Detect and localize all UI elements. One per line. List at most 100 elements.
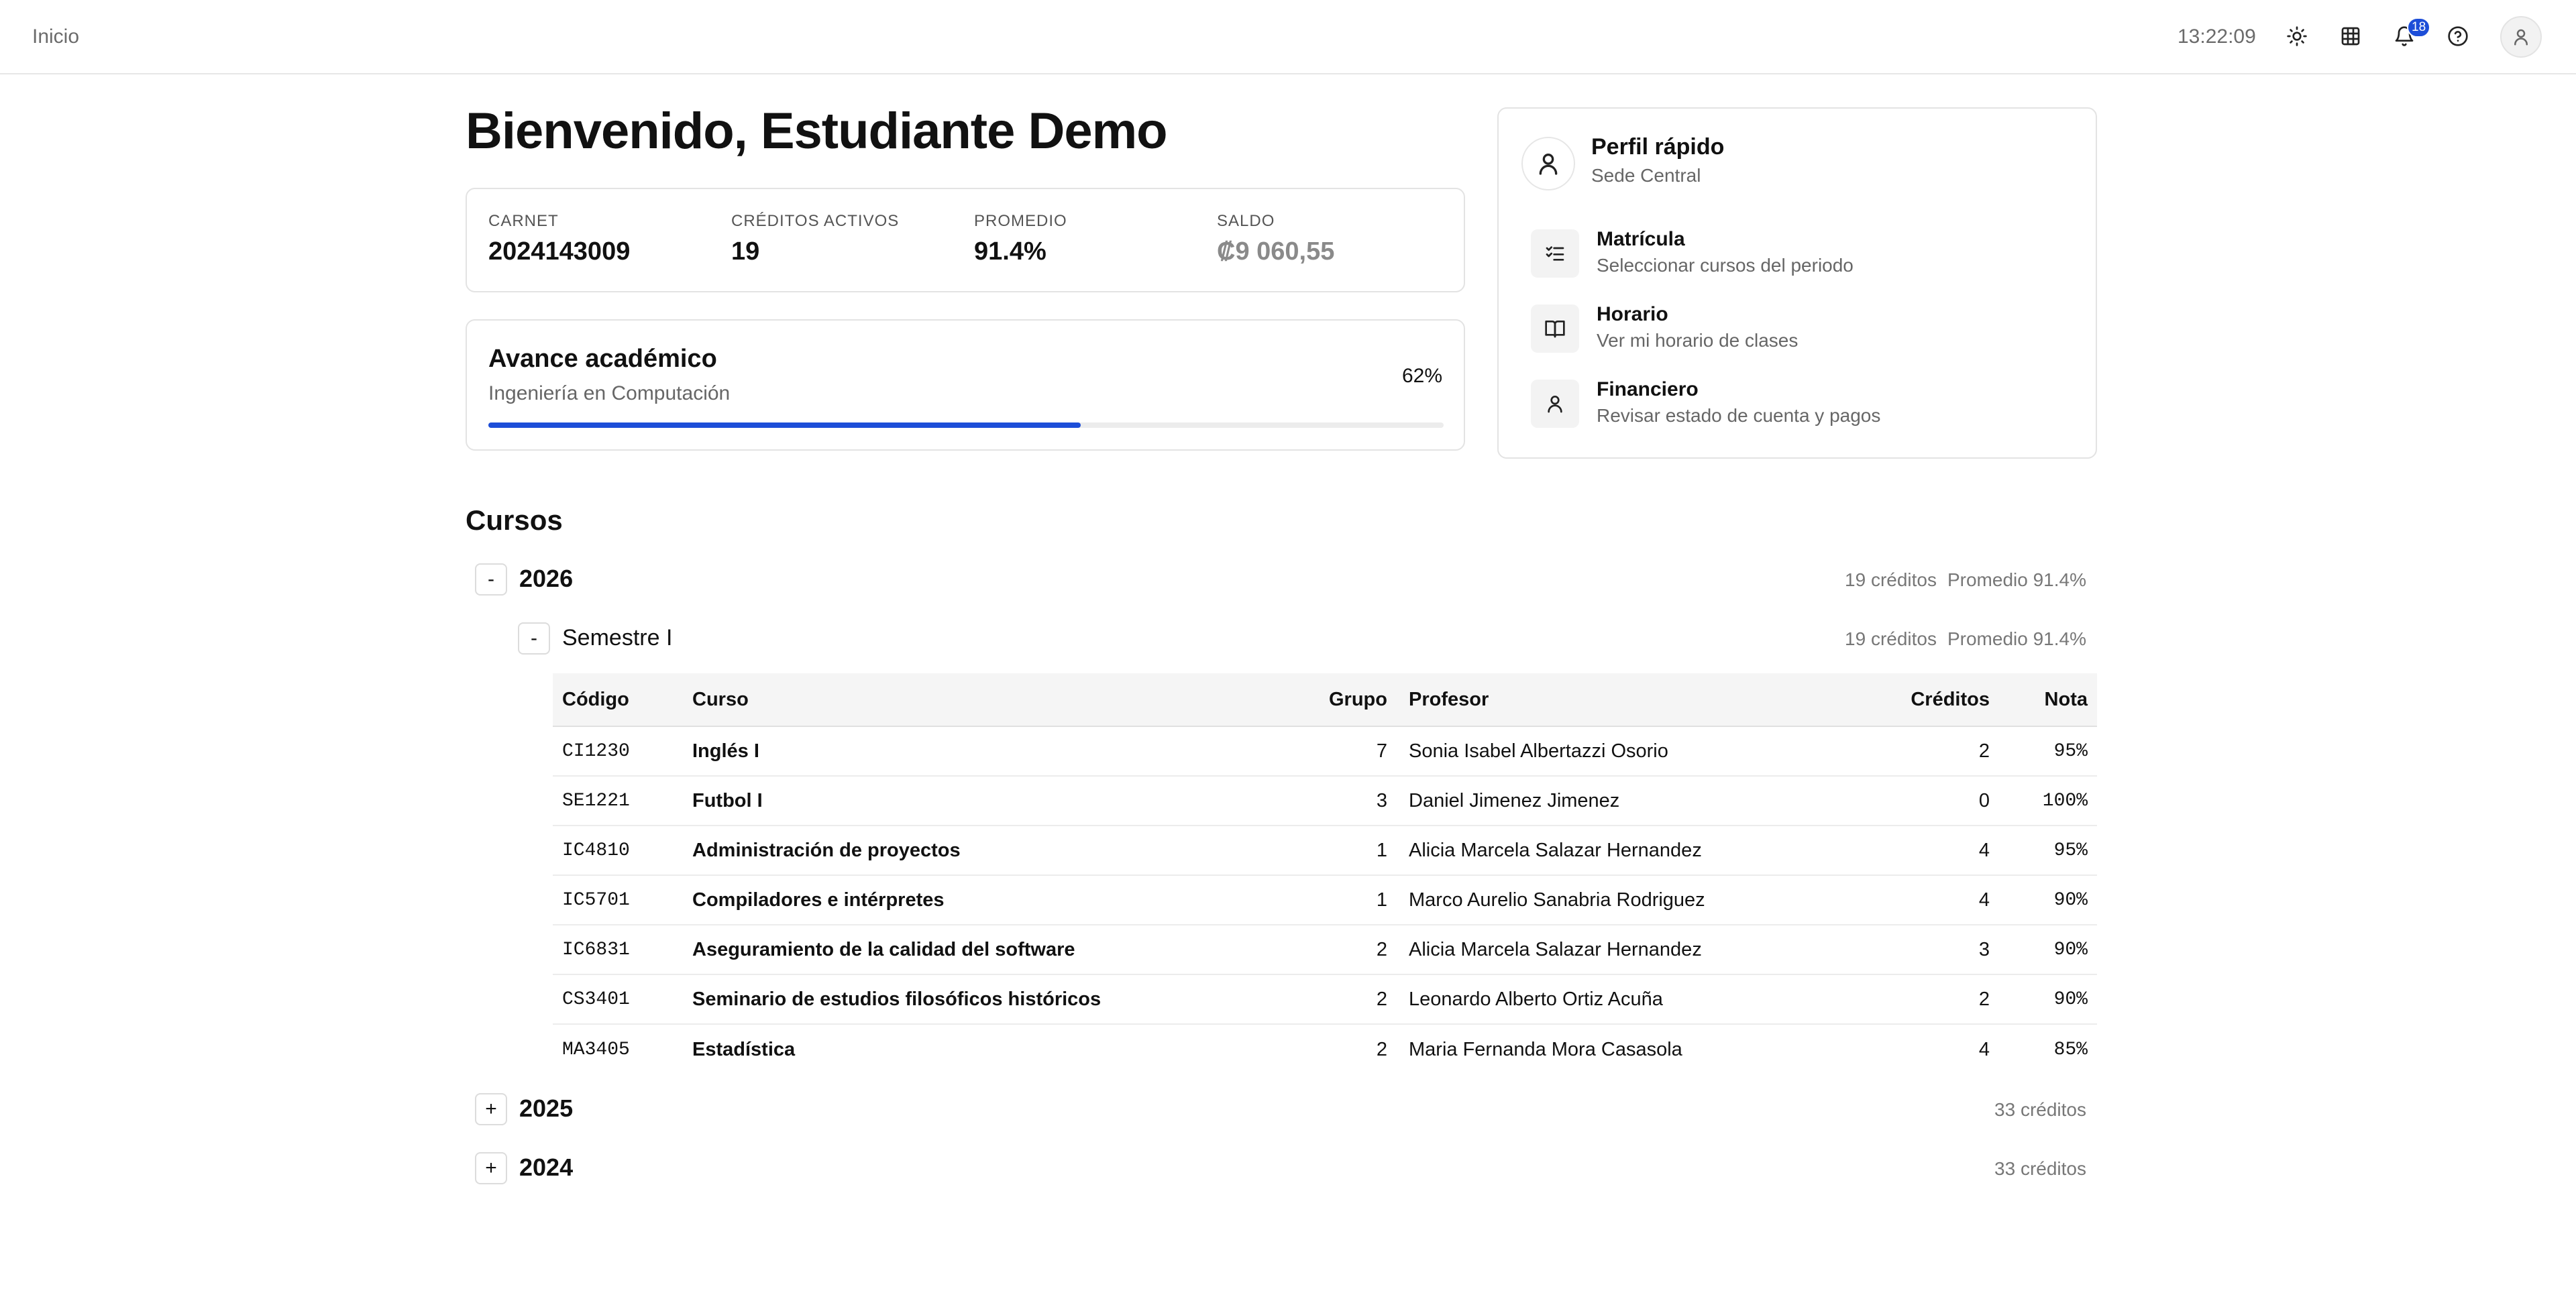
course-group: 3 — [1376, 789, 1387, 811]
table-row[interactable]: IC5701 Compiladores e intérpretes 1 Marco A… — [553, 876, 2097, 925]
semester-average: Promedio 91.4% — [1947, 628, 2086, 649]
progress-subtitle: Ingeniería en Computación — [488, 382, 731, 404]
table-row[interactable]: MA3405 Estadística 2 Maria Fernanda Mora Ca… — [553, 1025, 2097, 1074]
year-2026-label[interactable]: 2026 — [519, 565, 573, 593]
course-grade: 90% — [2053, 989, 2088, 1010]
course-grade: 95% — [2053, 740, 2088, 762]
breadcrumb[interactable]: Inicio — [32, 25, 79, 48]
course-group: 2 — [1376, 988, 1387, 1010]
year-2024-toggle[interactable]: + — [475, 1152, 507, 1184]
year-2026-toggle[interactable]: - — [475, 563, 507, 596]
course-name: Futbol I — [692, 789, 763, 811]
course-credits: 0 — [1978, 789, 1990, 811]
course-grade: 90% — [2053, 939, 2088, 960]
clock: 13:22:09 — [2178, 25, 2256, 48]
year-2024-label[interactable]: 2024 — [519, 1153, 573, 1182]
course-grade: 95% — [2053, 840, 2088, 861]
course-name: Aseguramiento de la calidad del software — [692, 938, 1075, 960]
year-credits: 33 créditos — [1994, 1158, 2086, 1179]
notifications-button[interactable]: 18 — [2387, 17, 2431, 54]
user-icon — [1531, 380, 1579, 428]
stat-balance: SALDO ₡9 060,55 — [1217, 212, 1334, 266]
help-button[interactable] — [2440, 19, 2475, 54]
quick-link-subtitle: Ver mi horario de clases — [1597, 330, 1799, 351]
course-code: IC5701 — [562, 889, 630, 911]
column-header-code[interactable]: Código — [562, 673, 629, 726]
progress-title: Avance académico — [488, 345, 717, 373]
course-name: Administración de proyectos — [692, 839, 961, 861]
column-header-grade[interactable]: Nota — [2045, 673, 2088, 726]
course-professor: Daniel Jimenez Jimenez — [1409, 789, 1620, 811]
stat-label: CARNET — [488, 212, 559, 230]
course-professor: Maria Fernanda Mora Casasola — [1409, 1038, 1682, 1060]
notification-badge: 18 — [2407, 17, 2431, 38]
quick-link-financial[interactable]: Financiero Revisar estado de cuenta y pa… — [1531, 373, 2068, 433]
stat-label: CRÉDITOS ACTIVOS — [731, 212, 900, 230]
sun-icon — [2287, 26, 2307, 46]
academic-progress-card: Avance académico Ingeniería en Computaci… — [466, 319, 1465, 451]
avatar — [1521, 137, 1575, 190]
stat-average: PROMEDIO 91.4% — [974, 212, 1067, 266]
course-code: CS3401 — [562, 989, 630, 1010]
quick-link-title: Horario — [1597, 303, 1668, 325]
year-2024-summary: 33 créditos — [1994, 1158, 2086, 1180]
quick-link-schedule[interactable]: Horario Ver mi horario de clases — [1531, 298, 2068, 358]
column-header-credits[interactable]: Créditos — [1911, 673, 1990, 726]
course-credits: 4 — [1978, 839, 1990, 861]
table-row[interactable]: IC6831 Aseguramiento de la calidad del so… — [553, 925, 2097, 975]
course-group: 2 — [1376, 1038, 1387, 1060]
table-row[interactable]: CS3401 Seminario de estudios filosóficos … — [553, 975, 2097, 1025]
page-title: Bienvenido, Estudiante Demo — [466, 103, 1168, 160]
table-row[interactable]: CI1230 Inglés I 7 Sonia Isabel Albertazzi O… — [553, 727, 2097, 777]
profile-subtitle: Sede Central — [1591, 165, 1701, 186]
book-icon — [1531, 304, 1579, 353]
course-group: 7 — [1376, 740, 1387, 762]
stats-card: CARNET 2024143009 CRÉDITOS ACTIVOS 19 PR… — [466, 188, 1465, 292]
semester-label[interactable]: Semestre I — [562, 625, 672, 651]
user-icon — [2514, 29, 2528, 46]
semester-toggle[interactable]: - — [518, 622, 550, 655]
year-2026-summary: 19 créditos Promedio 91.4% — [1845, 569, 2086, 591]
semester-credits: 19 créditos — [1845, 628, 1937, 649]
quick-link-title: Financiero — [1597, 378, 1699, 400]
course-credits: 2 — [1978, 988, 1990, 1010]
table-header: Código Curso Grupo Profesor Créditos Not… — [553, 673, 2097, 727]
course-group: 1 — [1376, 889, 1387, 911]
course-credits: 4 — [1978, 1038, 1990, 1060]
stat-label: PROMEDIO — [974, 212, 1067, 230]
quick-link-title: Matrícula — [1597, 228, 1685, 250]
course-professor: Marco Aurelio Sanabria Rodriguez — [1409, 889, 1705, 911]
course-name: Seminario de estudios filosóficos histór… — [692, 988, 1102, 1010]
year-2025-label[interactable]: 2025 — [519, 1094, 573, 1123]
table-row[interactable]: SE1221 Futbol I 3 Daniel Jimenez Jimenez 0 10… — [553, 777, 2097, 826]
courses-heading: Cursos — [466, 504, 563, 536]
progress-fill — [488, 422, 1081, 428]
year-average: Promedio 91.4% — [1947, 569, 2086, 590]
course-credits: 4 — [1978, 889, 1990, 911]
column-header-professor[interactable]: Profesor — [1409, 673, 1489, 726]
stat-value: ₡9 060,55 — [1217, 237, 1335, 266]
year-2025-toggle[interactable]: + — [475, 1093, 507, 1125]
courses-table: Código Curso Grupo Profesor Créditos Not… — [553, 673, 2097, 1074]
year-credits: 19 créditos — [1845, 569, 1937, 590]
theme-toggle-button[interactable] — [2279, 19, 2314, 54]
table-body: CI1230 Inglés I 7 Sonia Isabel Albertazzi O… — [553, 727, 2097, 1074]
user-menu-button[interactable] — [2500, 16, 2542, 58]
table-row[interactable]: IC4810 Administración de proyectos 1 Alicia… — [553, 826, 2097, 876]
column-header-course[interactable]: Curso — [692, 673, 749, 726]
user-icon — [1539, 154, 1558, 175]
progress-track — [488, 422, 1444, 428]
course-name: Inglés I — [692, 740, 759, 762]
course-grade: 90% — [2053, 889, 2088, 911]
stat-value: 2024143009 — [488, 237, 631, 266]
stat-value: 19 — [731, 237, 760, 266]
course-group: 1 — [1376, 839, 1387, 861]
checklist-icon — [1531, 229, 1579, 278]
quick-link-enrollment[interactable]: Matrícula Seleccionar cursos del periodo — [1531, 223, 2068, 283]
column-header-group[interactable]: Grupo — [1329, 673, 1387, 726]
apps-button[interactable] — [2333, 19, 2368, 54]
course-professor: Leonardo Alberto Ortiz Acuña — [1409, 988, 1663, 1010]
stat-label: SALDO — [1217, 212, 1275, 230]
course-name: Compiladores e intérpretes — [692, 889, 945, 911]
course-professor: Alicia Marcela Salazar Hernandez — [1409, 839, 1702, 861]
